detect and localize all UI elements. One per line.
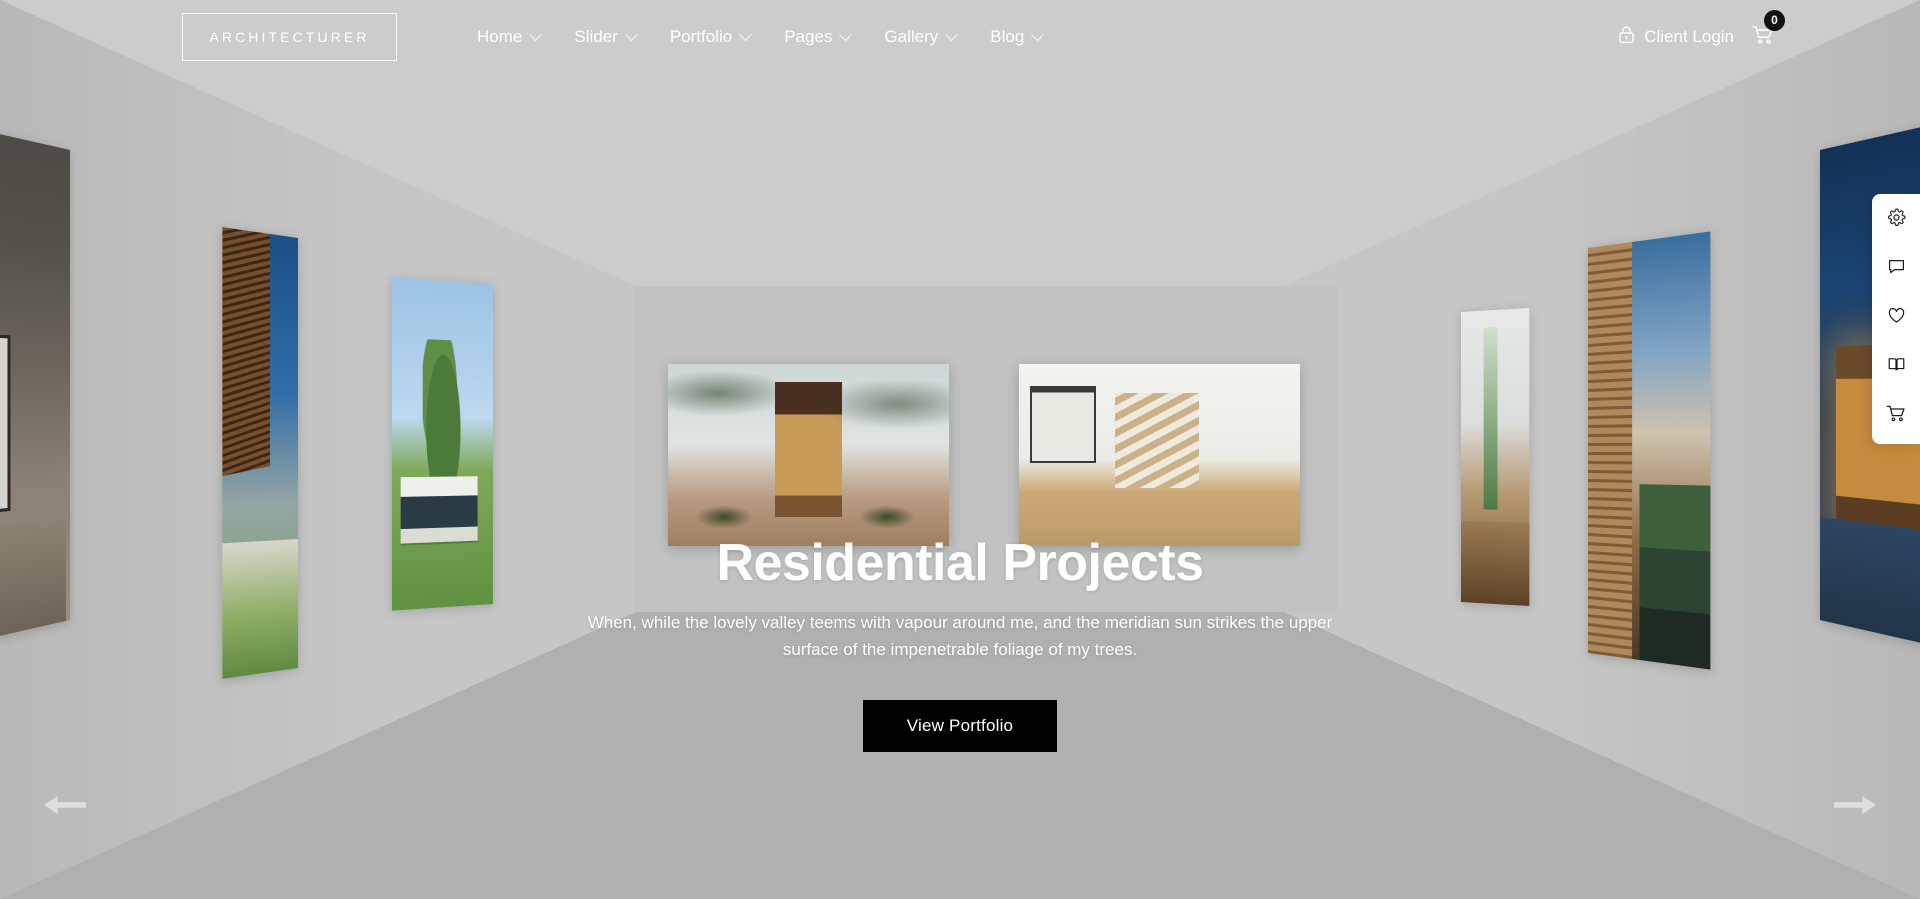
nav-item-label: Blog — [990, 27, 1025, 46]
side-toolbar — [1872, 194, 1920, 444]
chevron-down-icon — [839, 27, 853, 41]
cart-button[interactable]: 0 — [1752, 9, 1785, 50]
arrow-left-icon — [42, 796, 88, 823]
lock-icon — [1618, 25, 1635, 49]
slider-prev-button[interactable] — [42, 791, 88, 824]
nav-item-label: Portfolio — [669, 27, 733, 46]
hero-content: Residential Projects When, while the lov… — [0, 535, 1920, 752]
nav-item-label: Slider — [574, 27, 618, 46]
perspective-room — [0, 0, 1920, 899]
hero-cta-wrapper: View Portfolio — [0, 699, 1920, 752]
chevron-down-icon — [945, 27, 959, 41]
nav-item-pages[interactable]: Pages — [784, 27, 853, 47]
nav-item-home[interactable]: Home — [477, 27, 543, 47]
center-gallery — [668, 364, 1300, 546]
gallery-image-center-1[interactable] — [668, 364, 949, 546]
shopping-cart-icon[interactable] — [1886, 404, 1906, 428]
site-logo-text: ARCHITECTURER — [209, 29, 370, 45]
nav-item-blog[interactable]: Blog — [990, 27, 1045, 47]
nav-item-portfolio[interactable]: Portfolio — [669, 27, 753, 47]
slider-stage: Residential Projects When, while the lov… — [0, 0, 1920, 899]
nav-item-label: Pages — [784, 27, 833, 46]
site-logo[interactable]: ARCHITECTURER — [182, 13, 397, 61]
chevron-down-icon — [624, 27, 638, 41]
site-header: ARCHITECTURER Home Slider Portfolio Page… — [0, 0, 1920, 74]
arrow-right-icon — [1832, 796, 1878, 823]
artwork-thumbnail — [668, 364, 949, 546]
main-navigation: Home Slider Portfolio Pages Gallery Blog — [477, 27, 1045, 47]
cart-count-badge: 0 — [1764, 9, 1785, 31]
gallery-image-center-2[interactable] — [1019, 364, 1300, 546]
chat-bubble-icon[interactable] — [1887, 257, 1906, 281]
nav-item-gallery[interactable]: Gallery — [884, 27, 959, 47]
nav-item-label: Gallery — [884, 27, 939, 46]
gear-icon[interactable] — [1887, 208, 1906, 232]
nav-item-slider[interactable]: Slider — [574, 27, 638, 47]
book-open-icon[interactable] — [1887, 355, 1906, 379]
nav-item-label: Home — [477, 27, 523, 46]
chevron-down-icon — [739, 27, 753, 41]
chevron-down-icon — [1031, 27, 1045, 41]
heart-icon[interactable] — [1887, 306, 1906, 330]
client-login-label: Client Login — [1644, 27, 1734, 46]
header-actions: Client Login 0 — [1618, 9, 1785, 50]
hero-description: When, while the lovely valley teems with… — [587, 613, 1333, 660]
client-login-link[interactable]: Client Login — [1618, 25, 1734, 49]
shopping-cart-icon — [1752, 25, 1774, 49]
chevron-down-icon — [529, 27, 543, 41]
view-portfolio-button[interactable]: View Portfolio — [862, 699, 1058, 752]
hero-title: Residential Projects — [716, 534, 1204, 592]
slider-next-button[interactable] — [1832, 791, 1878, 824]
artwork-thumbnail — [1019, 364, 1300, 546]
